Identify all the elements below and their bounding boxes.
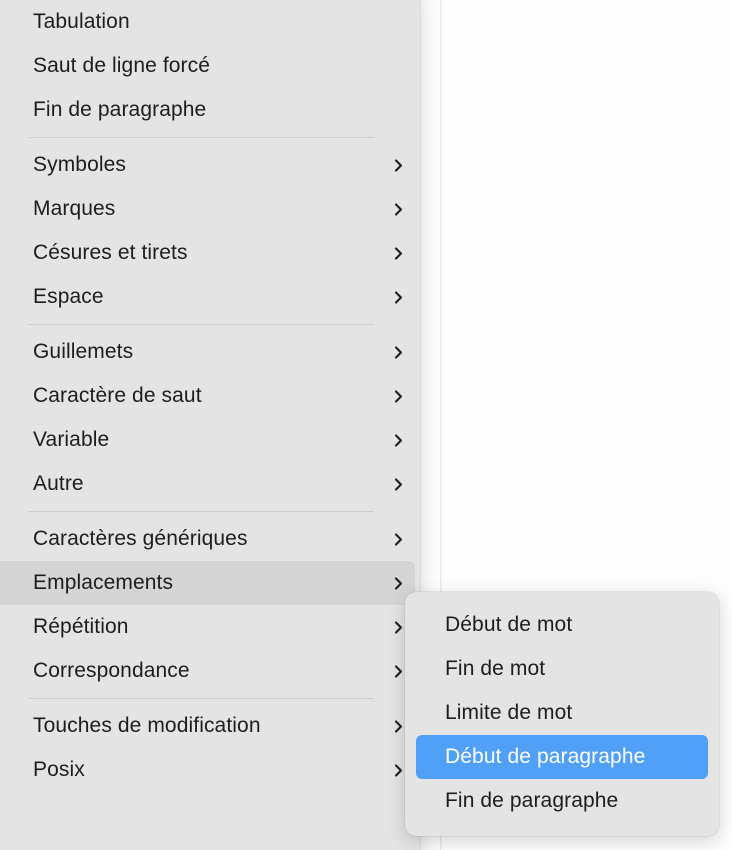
- menu-item-variable[interactable]: Variable: [0, 418, 415, 462]
- menu-separator: [28, 511, 374, 512]
- menu-item-label: Début de mot: [445, 613, 573, 636]
- submenu-item-d-but-de-mot[interactable]: Début de mot: [416, 603, 708, 647]
- menu-item-label: Fin de mot: [445, 657, 546, 680]
- menu-item-caract-re-de-saut[interactable]: Caractère de saut: [0, 374, 415, 418]
- menu-item-label: Guillemets: [33, 340, 134, 363]
- submenu-item-limite-de-mot[interactable]: Limite de mot: [416, 691, 708, 735]
- screen-root: Tabulation Saut de ligne forcé Fin de para…: [0, 0, 732, 850]
- menu-item-r-p-tition[interactable]: Répétition: [0, 605, 415, 649]
- menu-separator: [28, 698, 374, 699]
- menu-item-tabulation[interactable]: Tabulation: [0, 0, 415, 44]
- chevron-right-icon: [392, 532, 405, 546]
- submenu-item-fin-de-paragraphe[interactable]: Fin de paragraphe: [416, 779, 708, 823]
- chevron-right-icon: [392, 158, 405, 172]
- menu-item-label: Touches de modification: [33, 714, 261, 737]
- menu-item-caract-res-g-n-riques[interactable]: Caractères génériques: [0, 517, 415, 561]
- menu-item-label: Posix: [33, 758, 85, 781]
- menu-item-espace[interactable]: Espace: [0, 275, 415, 319]
- menu-item-label: Variable: [33, 428, 110, 451]
- chevron-right-icon: [392, 763, 405, 777]
- chevron-right-icon: [392, 345, 405, 359]
- emplacements-submenu: Début de mot Fin de mot Limite de mot Début…: [405, 592, 719, 836]
- menu-item-label: Répétition: [33, 615, 129, 638]
- menu-item-label: Saut de ligne forcé: [33, 54, 211, 77]
- menu-item-correspondance[interactable]: Correspondance: [0, 649, 415, 693]
- menu-item-label: Limite de mot: [445, 701, 573, 724]
- menu-item-c-sures-et-tirets[interactable]: Césures et tirets: [0, 231, 415, 275]
- chevron-right-icon: [392, 664, 405, 678]
- menu-item-label: Tabulation: [33, 10, 130, 33]
- menu-item-label: Fin de paragraphe: [33, 98, 207, 121]
- menu-item-saut-de-ligne-forc[interactable]: Saut de ligne forcé: [0, 44, 415, 88]
- menu-item-label: Symboles: [33, 153, 127, 176]
- menu-item-label: Espace: [33, 285, 104, 308]
- menu-item-marques[interactable]: Marques: [0, 187, 415, 231]
- menu-item-guillemets[interactable]: Guillemets: [0, 330, 415, 374]
- menu-item-touches-de-modification[interactable]: Touches de modification: [0, 704, 415, 748]
- chevron-right-icon: [392, 202, 405, 216]
- submenu-item-d-but-de-paragraphe[interactable]: Début de paragraphe: [416, 735, 708, 779]
- chevron-right-icon: [392, 389, 405, 403]
- chevron-right-icon: [392, 576, 405, 590]
- chevron-right-icon: [392, 620, 405, 634]
- chevron-right-icon: [392, 433, 405, 447]
- menu-item-label: Emplacements: [33, 571, 174, 594]
- menu-item-posix[interactable]: Posix: [0, 748, 415, 792]
- menu-item-fin-de-paragraphe[interactable]: Fin de paragraphe: [0, 88, 415, 132]
- chevron-right-icon: [392, 477, 405, 491]
- chevron-right-icon: [392, 246, 405, 260]
- chevron-right-icon: [392, 719, 405, 733]
- menu-item-label: Marques: [33, 197, 116, 220]
- chevron-right-icon: [392, 290, 405, 304]
- insert-special-character-menu: Tabulation Saut de ligne forcé Fin de para…: [0, 0, 420, 850]
- menu-item-autre[interactable]: Autre: [0, 462, 415, 506]
- menu-separator: [28, 137, 374, 138]
- menu-item-label: Autre: [33, 472, 84, 495]
- menu-item-label: Caractères génériques: [33, 527, 248, 550]
- menu-item-emplacements[interactable]: Emplacements: [0, 561, 415, 605]
- menu-item-symboles[interactable]: Symboles: [0, 143, 415, 187]
- menu-item-label: Début de paragraphe: [445, 745, 646, 768]
- menu-separator: [28, 324, 374, 325]
- menu-item-label: Correspondance: [33, 659, 190, 682]
- menu-item-label: Césures et tirets: [33, 241, 188, 264]
- submenu-item-fin-de-mot[interactable]: Fin de mot: [416, 647, 708, 691]
- menu-item-label: Caractère de saut: [33, 384, 202, 407]
- menu-item-label: Fin de paragraphe: [445, 789, 619, 812]
